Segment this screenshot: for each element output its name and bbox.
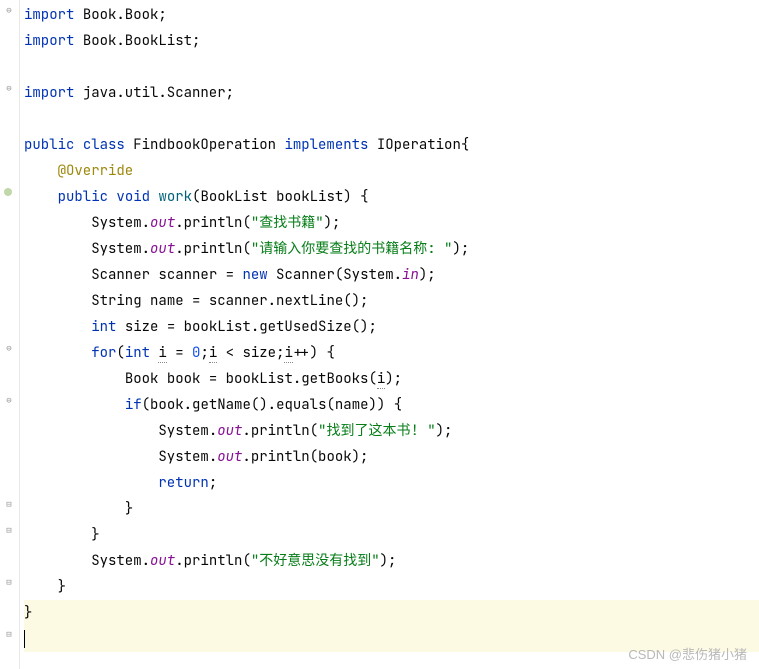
import-path: Book.BookList bbox=[83, 32, 192, 50]
keyword-return: return bbox=[158, 474, 208, 492]
param-type: BookList bbox=[200, 188, 267, 206]
keyword-int: int bbox=[125, 344, 150, 362]
code-line[interactable]: String name = scanner.nextLine(); bbox=[24, 288, 759, 314]
string-literal: "找到了这本书! " bbox=[318, 422, 436, 440]
keyword-public: public bbox=[24, 136, 74, 154]
field-out: out bbox=[217, 448, 242, 466]
field-out: out bbox=[150, 552, 175, 570]
fold-close-icon[interactable]: ⊟ bbox=[4, 629, 14, 639]
code-line[interactable]: System.out.println("查找书籍"); bbox=[24, 210, 759, 236]
keyword-void: void bbox=[116, 188, 150, 206]
gutter: ⊖ ⊖ ⊖ ⊖ ⊖ ⊟ ⊟ ⊟ ⊟ bbox=[0, 0, 20, 669]
code-line[interactable] bbox=[24, 54, 759, 80]
import-path: Book.Book bbox=[83, 6, 159, 24]
code-line[interactable]: public class FindbookOperation implement… bbox=[24, 132, 759, 158]
keyword-class: class bbox=[83, 136, 125, 154]
keyword-int: int bbox=[91, 318, 116, 336]
code-line[interactable]: System.out.println("找到了这本书! "); bbox=[24, 418, 759, 444]
interface-name: IOperation bbox=[377, 136, 461, 154]
keyword-new: new bbox=[242, 266, 267, 284]
string-literal: "查找书籍" bbox=[251, 214, 324, 232]
code-line[interactable]: } bbox=[24, 522, 759, 548]
code-line[interactable]: if(book.getName().equals(name)) { bbox=[24, 392, 759, 418]
code-editor[interactable]: ⊖ ⊖ ⊖ ⊖ ⊖ ⊟ ⊟ ⊟ ⊟ import Book.Book; impo… bbox=[0, 0, 759, 669]
code-area[interactable]: import Book.Book; import Book.BookList; … bbox=[20, 0, 759, 669]
keyword-import: import bbox=[24, 84, 74, 102]
code-line[interactable]: return; bbox=[24, 470, 759, 496]
code-line[interactable]: System.out.println("不好意思没有找到"); bbox=[24, 548, 759, 574]
code-line[interactable]: public void work(BookList bookList) { bbox=[24, 184, 759, 210]
string-literal: "请输入你要查找的书籍名称: " bbox=[251, 240, 453, 258]
code-line[interactable]: @Override bbox=[24, 158, 759, 184]
method-name: work bbox=[158, 188, 192, 206]
import-path: java.util.Scanner bbox=[83, 84, 226, 102]
fold-close-icon[interactable]: ⊟ bbox=[4, 525, 14, 535]
string-literal: "不好意思没有找到" bbox=[251, 552, 380, 570]
field-out: out bbox=[150, 240, 175, 258]
code-line[interactable]: for(int i = 0;i < size;i++) { bbox=[24, 340, 759, 366]
code-line[interactable]: } bbox=[24, 574, 759, 600]
fold-marker-icon[interactable]: ⊖ bbox=[4, 343, 14, 353]
keyword-implements: implements bbox=[284, 136, 368, 154]
fold-marker-icon[interactable]: ⊖ bbox=[4, 5, 14, 15]
param-name: bookList bbox=[276, 188, 343, 206]
code-line[interactable]: import Book.BookList; bbox=[24, 28, 759, 54]
watermark: CSDN @悲伤猪小猪 bbox=[628, 644, 747, 663]
keyword-public: public bbox=[58, 188, 108, 206]
fold-close-icon[interactable]: ⊟ bbox=[4, 499, 14, 509]
code-line[interactable] bbox=[24, 106, 759, 132]
fold-close-icon[interactable]: ⊟ bbox=[4, 577, 14, 587]
fold-marker-icon[interactable]: ⊖ bbox=[4, 395, 14, 405]
field-out: out bbox=[150, 214, 175, 232]
fold-marker-icon[interactable]: ⊖ bbox=[4, 83, 14, 93]
keyword-import: import bbox=[24, 32, 74, 50]
keyword-import: import bbox=[24, 6, 74, 24]
code-line[interactable]: import java.util.Scanner; bbox=[24, 80, 759, 106]
field-in: in bbox=[402, 266, 419, 284]
code-line[interactable]: } bbox=[24, 600, 759, 626]
code-line[interactable]: } bbox=[24, 496, 759, 522]
code-line[interactable]: System.out.println("请输入你要查找的书籍名称: "); bbox=[24, 236, 759, 262]
implements-marker-icon[interactable] bbox=[3, 187, 13, 197]
code-line[interactable]: Scanner scanner = new Scanner(System.in)… bbox=[24, 262, 759, 288]
code-line[interactable]: Book book = bookList.getBooks(i); bbox=[24, 366, 759, 392]
keyword-if: if bbox=[125, 396, 142, 414]
field-out: out bbox=[217, 422, 242, 440]
class-name: FindbookOperation bbox=[133, 136, 276, 154]
code-line[interactable]: import Book.Book; bbox=[24, 2, 759, 28]
annotation-override: @Override bbox=[58, 162, 134, 180]
code-line[interactable]: int size = bookList.getUsedSize(); bbox=[24, 314, 759, 340]
code-line[interactable]: System.out.println(book); bbox=[24, 444, 759, 470]
keyword-for: for bbox=[91, 344, 116, 362]
